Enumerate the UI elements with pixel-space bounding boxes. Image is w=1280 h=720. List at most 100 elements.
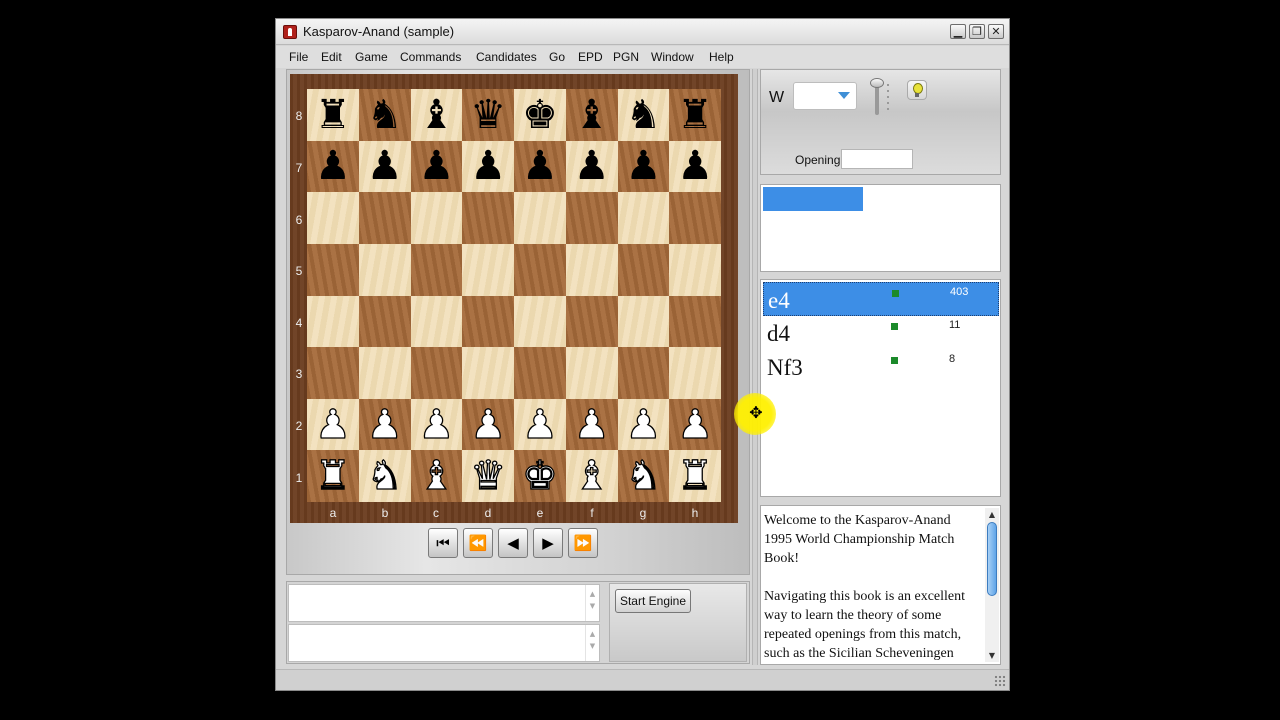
square-d6[interactable]	[462, 192, 514, 244]
square-a6[interactable]	[307, 192, 359, 244]
white-pawn-icon[interactable]: ♟	[521, 404, 558, 445]
start-engine-button[interactable]: Start Engine	[615, 589, 691, 613]
white-pawn-icon[interactable]: ♟	[366, 404, 403, 445]
square-c1[interactable]: ♝	[410, 450, 463, 502]
square-a1[interactable]: ♜	[307, 450, 359, 502]
title-bar[interactable]: Kasparov-Anand (sample) ▁ ❐ ✕	[276, 19, 1009, 45]
black-king-icon[interactable]: ♚	[522, 95, 558, 135]
square-f2[interactable]: ♟	[565, 398, 618, 451]
restore-button[interactable]: ❐	[969, 24, 985, 39]
menu-window[interactable]: Window	[651, 50, 694, 64]
menu-file[interactable]: File	[289, 50, 308, 64]
square-e1[interactable]: ♚	[514, 450, 566, 502]
black-pawn-icon[interactable]: ♟	[625, 146, 661, 186]
engine-output-line-2[interactable]: ▲ ▼	[288, 624, 600, 662]
square-d3[interactable]	[462, 347, 514, 399]
square-f1[interactable]: ♝	[565, 450, 618, 502]
move-row-d4[interactable]: d4 11	[763, 316, 999, 350]
opening-field[interactable]	[841, 149, 913, 169]
white-pawn-icon[interactable]: ♟	[677, 404, 714, 445]
square-h2[interactable]: ♟	[669, 398, 721, 451]
square-g1[interactable]: ♞	[617, 450, 670, 502]
square-e5[interactable]	[514, 243, 566, 296]
square-b3[interactable]	[358, 347, 411, 399]
move-row-nf3[interactable]: Nf3 8	[763, 350, 999, 384]
square-c6[interactable]	[410, 192, 463, 244]
square-h1[interactable]: ♜	[669, 450, 721, 502]
square-c7[interactable]: ♟	[410, 140, 463, 193]
menu-game[interactable]: Game	[355, 50, 388, 64]
menu-commands[interactable]: Commands	[400, 50, 461, 64]
square-h8[interactable]: ♜	[669, 89, 721, 141]
fast-back-button[interactable]: ⏪	[463, 528, 493, 558]
comment-scroll-thumb[interactable]	[987, 522, 997, 596]
menu-candidates[interactable]: Candidates	[476, 50, 537, 64]
square-a4[interactable]	[307, 295, 359, 348]
panel-splitter[interactable]	[752, 69, 758, 665]
square-a7[interactable]: ♟	[307, 140, 359, 193]
square-g2[interactable]: ♟	[617, 398, 670, 451]
first-move-button[interactable]: ⏮	[428, 528, 458, 558]
black-knight-icon[interactable]: ♞	[367, 95, 403, 135]
square-g5[interactable]	[617, 243, 670, 296]
square-b6[interactable]	[358, 192, 411, 244]
square-d7[interactable]: ♟	[462, 140, 514, 193]
square-h3[interactable]	[669, 347, 721, 399]
square-c8[interactable]: ♝	[410, 89, 463, 141]
scroll-down-icon[interactable]: ▼	[985, 651, 999, 660]
white-queen-icon[interactable]: ♛	[470, 456, 507, 497]
black-pawn-icon[interactable]: ♟	[418, 146, 454, 186]
white-bishop-icon[interactable]: ♝	[573, 456, 610, 497]
menu-pgn[interactable]: PGN	[613, 50, 639, 64]
square-g7[interactable]: ♟	[617, 140, 670, 193]
white-knight-icon[interactable]: ♞	[366, 456, 403, 497]
square-e4[interactable]	[514, 295, 566, 348]
black-knight-icon[interactable]: ♞	[625, 95, 661, 135]
square-e7[interactable]: ♟	[514, 140, 566, 193]
square-g6[interactable]	[617, 192, 670, 244]
engine-output-line-1[interactable]: ▲ ▼	[288, 584, 600, 622]
square-d2[interactable]: ♟	[462, 398, 514, 451]
black-bishop-icon[interactable]: ♝	[418, 95, 454, 135]
square-f3[interactable]	[565, 347, 618, 399]
menu-epd[interactable]: EPD	[578, 50, 603, 64]
menu-help[interactable]: Help	[709, 50, 734, 64]
white-rook-icon[interactable]: ♜	[677, 456, 714, 497]
comment-scrollbar[interactable]: ▲ ▼	[985, 508, 999, 662]
resize-grip-icon[interactable]	[994, 675, 1006, 687]
square-b4[interactable]	[358, 295, 411, 348]
black-pawn-icon[interactable]: ♟	[677, 146, 713, 186]
square-f6[interactable]	[565, 192, 618, 244]
position-list-selection[interactable]	[763, 187, 863, 211]
square-d1[interactable]: ♛	[462, 450, 514, 502]
black-pawn-icon[interactable]: ♟	[315, 146, 351, 186]
square-a3[interactable]	[307, 347, 359, 399]
square-e6[interactable]	[514, 192, 566, 244]
square-b8[interactable]: ♞	[358, 89, 411, 141]
white-king-icon[interactable]: ♚	[521, 456, 558, 497]
white-pawn-icon[interactable]: ♟	[418, 404, 455, 445]
black-pawn-icon[interactable]: ♟	[522, 146, 558, 186]
fast-forward-button[interactable]: ⏩	[568, 528, 598, 558]
square-g8[interactable]: ♞	[617, 89, 670, 141]
square-d5[interactable]	[462, 243, 514, 296]
square-h7[interactable]: ♟	[669, 140, 721, 193]
white-pawn-icon[interactable]: ♟	[470, 404, 507, 445]
black-pawn-icon[interactable]: ♟	[367, 146, 403, 186]
square-a5[interactable]	[307, 243, 359, 296]
white-pawn-icon[interactable]: ♟	[573, 404, 610, 445]
book-select[interactable]	[793, 82, 857, 110]
square-a2[interactable]: ♟	[307, 398, 359, 451]
square-h6[interactable]	[669, 192, 721, 244]
square-c3[interactable]	[410, 347, 463, 399]
dropdown-arrow-icon[interactable]	[838, 92, 850, 99]
engine-output-scroll-2[interactable]: ▲ ▼	[585, 625, 599, 661]
square-d4[interactable]	[462, 295, 514, 348]
scroll-up-icon[interactable]: ▲	[985, 510, 999, 519]
move-row-e4[interactable]: e4 403	[763, 282, 999, 316]
white-pawn-icon[interactable]: ♟	[625, 404, 662, 445]
square-e2[interactable]: ♟	[514, 398, 566, 451]
engine-output-scroll-1[interactable]: ▲ ▼	[585, 585, 599, 621]
square-c2[interactable]: ♟	[410, 398, 463, 451]
forward-button[interactable]: ▶	[533, 528, 563, 558]
